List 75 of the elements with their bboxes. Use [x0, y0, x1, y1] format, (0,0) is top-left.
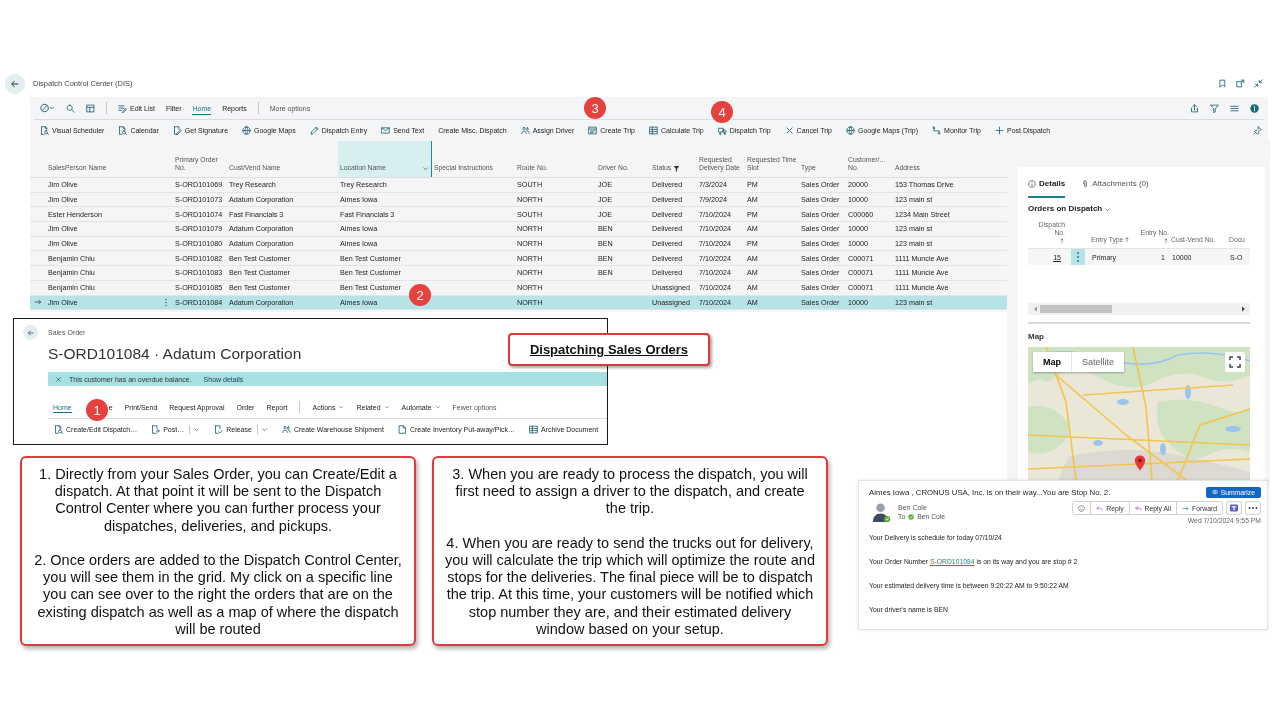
pin-icon[interactable] [1253, 126, 1262, 135]
people-icon [281, 425, 291, 434]
fullscreen-icon[interactable] [1225, 352, 1245, 372]
table-icon [648, 126, 658, 135]
collapse-icon[interactable] [1254, 79, 1263, 88]
overlapping-circles-icon [1211, 489, 1218, 495]
reply-all-icon [1134, 504, 1142, 512]
back-arrow-icon [26, 328, 35, 337]
tab[interactable]: Attachments (0) [1081, 179, 1149, 198]
document-icon [397, 425, 407, 434]
route-icon [932, 126, 942, 135]
back-button[interactable] [5, 73, 25, 94]
more-vertical-icon[interactable] [1071, 249, 1085, 265]
circle-caret-icon[interactable] [40, 103, 55, 113]
plus-icon [995, 126, 1004, 135]
document-search-icon [40, 126, 49, 135]
pencil-icon [309, 126, 319, 135]
info-icon[interactable] [1250, 103, 1259, 113]
reply-icon [1096, 504, 1104, 512]
app-tile-icon[interactable] [1226, 501, 1242, 515]
forward-icon [1182, 504, 1190, 512]
table-icon [528, 425, 538, 434]
presence-check-icon [908, 513, 915, 520]
title-callout: Dispatching Sales Orders [508, 333, 710, 366]
caret-icon[interactable] [260, 426, 268, 433]
post-document-icon [151, 425, 161, 434]
avatar-icon [872, 501, 891, 524]
map-type-button[interactable]: Map [1033, 352, 1072, 372]
layout-icon[interactable] [86, 103, 95, 113]
list-icon[interactable] [1230, 103, 1239, 113]
map-type-button[interactable]: Satellite [1072, 352, 1125, 372]
sort-arrow-icon [1163, 238, 1169, 244]
open-in-new-window-icon[interactable] [1236, 79, 1245, 88]
note-text: 1. Directly from your Sales Order, you can Create/Edit a dispatch. At that point it will be sent to the Dispatch Control Center where you can further process your dispatches, deliveries, and pickups. [38, 466, 398, 535]
people-icon [520, 126, 530, 135]
edit-document-icon [172, 126, 182, 135]
chevron-down-icon [383, 404, 390, 410]
edit-list-icon [118, 103, 127, 113]
paperclip-icon [1081, 180, 1090, 188]
map-pin-icon[interactable] [1134, 455, 1146, 471]
sort-arrow-icon [1124, 236, 1131, 243]
chevron-down-icon [338, 404, 345, 410]
chevron-down-icon [422, 165, 429, 172]
mail-icon [381, 126, 391, 135]
map-title: Map [1028, 332, 1045, 342]
close-icon[interactable] [55, 375, 62, 383]
caret-icon[interactable] [193, 426, 201, 433]
section-header[interactable]: Orders on Dispatch [1028, 204, 1112, 214]
cross-icon [784, 126, 794, 135]
share-icon[interactable] [1190, 103, 1199, 113]
sort-arrow-icon [1059, 238, 1065, 244]
note-text: 3. When you are ready to process the dispatch, you will first need to assign a driver to the dispatch, and create the trip. [451, 466, 809, 518]
form-icon [588, 126, 598, 135]
truck-icon [717, 126, 727, 135]
horizontal-scrollbar[interactable] [1028, 303, 1250, 315]
note-text: 4. When you are ready to send the trucks out for delivery, you will calculate the trip which will optimize the route and stops for the deliveries. The final piece will be to dispatch the trip. At this time, your customers will be notified which stop number they are, and their estimated delivery window based on your setup. [445, 534, 815, 638]
document-check-icon [214, 425, 224, 434]
filter-icon [673, 165, 681, 172]
back-button[interactable] [23, 325, 38, 340]
document-title: S-ORD101084 · Adatum Corporation [48, 344, 302, 364]
smiley-icon [1078, 504, 1086, 512]
document-search-icon [54, 425, 63, 434]
tab[interactable]: Details [1028, 179, 1066, 198]
globe-icon [242, 126, 252, 135]
search-icon[interactable] [66, 103, 75, 113]
info-icon [1028, 180, 1036, 188]
more-icon[interactable] [1245, 501, 1261, 515]
filter-icon[interactable] [1210, 103, 1219, 113]
globe-icon [846, 126, 855, 135]
arrow-right-icon [34, 298, 42, 307]
back-arrow-icon [10, 78, 20, 89]
document-search-icon [118, 126, 128, 135]
bookmark-icon[interactable] [1218, 79, 1227, 88]
chevron-down-icon [434, 404, 441, 410]
note-text: 2. Once orders are added to the Dispatch Control Center, you will see them in the grid. My click on a specific line you can see over to the right the orders that are on the existing dispatch as well as a map of where the dispatch will be routed [33, 552, 403, 638]
